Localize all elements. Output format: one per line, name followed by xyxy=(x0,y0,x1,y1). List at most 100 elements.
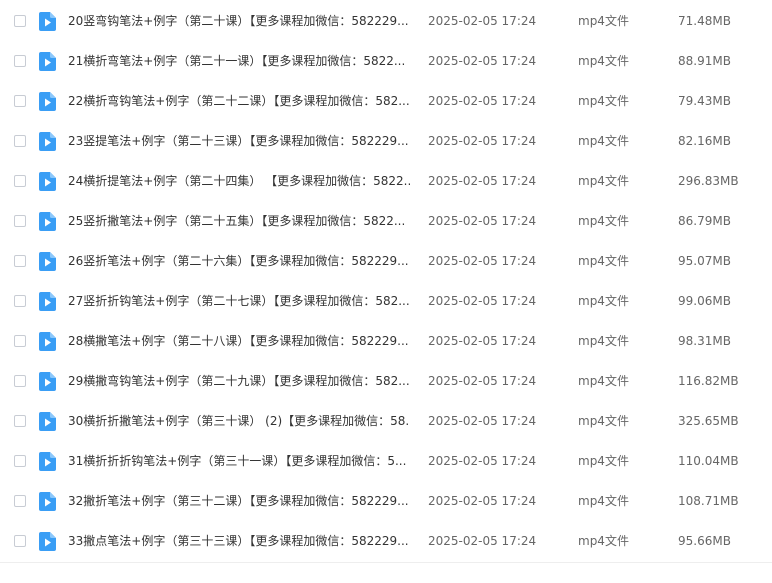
file-row[interactable]: 31横折折折钩笔法+例字（第三十一课）【更多课程加微信：5... 2025-02… xyxy=(0,442,772,482)
row-checkbox[interactable] xyxy=(14,375,26,387)
file-type: mp4文件 xyxy=(578,254,629,268)
video-file-icon xyxy=(39,132,56,151)
file-size: 88.91MB xyxy=(678,54,731,68)
file-size: 325.65MB xyxy=(678,414,739,428)
video-file-icon xyxy=(39,372,56,391)
row-checkbox[interactable] xyxy=(14,15,26,27)
file-row[interactable]: 30横折折撇笔法+例字（第三十课） (2)【更多课程加微信：58... 2025… xyxy=(0,402,772,442)
file-size: 116.82MB xyxy=(678,374,739,388)
video-file-icon xyxy=(39,292,56,311)
file-size: 86.79MB xyxy=(678,214,731,228)
file-date: 2025-02-05 17:24 xyxy=(428,454,537,468)
file-date: 2025-02-05 17:24 xyxy=(428,174,537,188)
file-name[interactable]: 33撇点笔法+例字（第三十三课）【更多课程加微信：582229... xyxy=(68,533,410,549)
file-row[interactable]: 26竖折笔法+例字（第二十六集）【更多课程加微信：582229... 2025-… xyxy=(0,242,772,282)
file-row[interactable]: 32撇折笔法+例字（第三十二课）【更多课程加微信：582229... 2025-… xyxy=(0,482,772,522)
file-size: 99.06MB xyxy=(678,294,731,308)
file-size: 98.31MB xyxy=(678,334,731,348)
file-size: 296.83MB xyxy=(678,174,739,188)
file-row[interactable]: 33撇点笔法+例字（第三十三课）【更多课程加微信：582229... 2025-… xyxy=(0,522,772,562)
file-row[interactable]: 20竖弯钩笔法+例字（第二十课）【更多课程加微信：582229... 2025-… xyxy=(0,2,772,42)
file-size: 82.16MB xyxy=(678,134,731,148)
file-date: 2025-02-05 17:24 xyxy=(428,334,537,348)
file-row[interactable]: 28横撇笔法+例字（第二十八课）【更多课程加微信：582229... 2025-… xyxy=(0,322,772,362)
file-size: 71.48MB xyxy=(678,14,731,28)
file-list: 20竖弯钩笔法+例字（第二十课）【更多课程加微信：582229... 2025-… xyxy=(0,2,772,562)
file-type: mp4文件 xyxy=(578,294,629,308)
row-checkbox[interactable] xyxy=(14,55,26,67)
file-date: 2025-02-05 17:24 xyxy=(428,214,537,228)
file-name[interactable]: 22横折弯钩笔法+例字（第二十二课）【更多课程加微信：582... xyxy=(68,93,410,109)
file-row[interactable]: 22横折弯钩笔法+例字（第二十二课）【更多课程加微信：582... 2025-0… xyxy=(0,82,772,122)
file-size: 110.04MB xyxy=(678,454,739,468)
file-type: mp4文件 xyxy=(578,14,629,28)
video-file-icon xyxy=(39,532,56,551)
file-name[interactable]: 20竖弯钩笔法+例字（第二十课）【更多课程加微信：582229... xyxy=(68,13,410,29)
file-name[interactable]: 32撇折笔法+例字（第三十二课）【更多课程加微信：582229... xyxy=(68,493,410,509)
file-size: 95.07MB xyxy=(678,254,731,268)
file-date: 2025-02-05 17:24 xyxy=(428,14,537,28)
file-row[interactable]: 27竖折折钩笔法+例字（第二十七课）【更多课程加微信：582... 2025-0… xyxy=(0,282,772,322)
row-checkbox[interactable] xyxy=(14,175,26,187)
row-checkbox[interactable] xyxy=(14,415,26,427)
file-name[interactable]: 30横折折撇笔法+例字（第三十课） (2)【更多课程加微信：58... xyxy=(68,413,410,429)
file-type: mp4文件 xyxy=(578,454,629,468)
file-date: 2025-02-05 17:24 xyxy=(428,254,537,268)
row-checkbox[interactable] xyxy=(14,295,26,307)
row-checkbox[interactable] xyxy=(14,455,26,467)
file-type: mp4文件 xyxy=(578,174,629,188)
file-name[interactable]: 31横折折折钩笔法+例字（第三十一课）【更多课程加微信：5... xyxy=(68,453,410,469)
video-file-icon xyxy=(39,332,56,351)
file-size: 108.71MB xyxy=(678,494,739,508)
file-type: mp4文件 xyxy=(578,214,629,228)
file-size: 79.43MB xyxy=(678,94,731,108)
file-date: 2025-02-05 17:24 xyxy=(428,374,537,388)
file-type: mp4文件 xyxy=(578,54,629,68)
row-checkbox[interactable] xyxy=(14,535,26,547)
file-type: mp4文件 xyxy=(578,414,629,428)
file-name[interactable]: 25竖折撇笔法+例字（第二十五集）【更多课程加微信：5822... xyxy=(68,213,410,229)
file-name[interactable]: 24横折提笔法+例字（第二十四集） 【更多课程加微信：5822... xyxy=(68,173,410,189)
file-date: 2025-02-05 17:24 xyxy=(428,494,537,508)
video-file-icon xyxy=(39,12,56,31)
video-file-icon xyxy=(39,172,56,191)
video-file-icon xyxy=(39,212,56,231)
file-type: mp4文件 xyxy=(578,534,629,548)
file-date: 2025-02-05 17:24 xyxy=(428,54,537,68)
file-date: 2025-02-05 17:24 xyxy=(428,294,537,308)
row-checkbox[interactable] xyxy=(14,335,26,347)
file-date: 2025-02-05 17:24 xyxy=(428,134,537,148)
file-date: 2025-02-05 17:24 xyxy=(428,414,537,428)
file-row[interactable]: 23竖提笔法+例字（第二十三课）【更多课程加微信：582229... 2025-… xyxy=(0,122,772,162)
file-row[interactable]: 29横撇弯钩笔法+例字（第二十九课）【更多课程加微信：582... 2025-0… xyxy=(0,362,772,402)
file-type: mp4文件 xyxy=(578,334,629,348)
video-file-icon xyxy=(39,452,56,471)
list-bottom-divider xyxy=(0,562,772,563)
file-name[interactable]: 26竖折笔法+例字（第二十六集）【更多课程加微信：582229... xyxy=(68,253,410,269)
file-name[interactable]: 28横撇笔法+例字（第二十八课）【更多课程加微信：582229... xyxy=(68,333,410,349)
video-file-icon xyxy=(39,52,56,71)
file-row[interactable]: 24横折提笔法+例字（第二十四集） 【更多课程加微信：5822... 2025-… xyxy=(0,162,772,202)
file-type: mp4文件 xyxy=(578,134,629,148)
row-checkbox[interactable] xyxy=(14,255,26,267)
video-file-icon xyxy=(39,92,56,111)
row-checkbox[interactable] xyxy=(14,95,26,107)
row-checkbox[interactable] xyxy=(14,135,26,147)
file-name[interactable]: 29横撇弯钩笔法+例字（第二十九课）【更多课程加微信：582... xyxy=(68,373,410,389)
file-type: mp4文件 xyxy=(578,494,629,508)
file-type: mp4文件 xyxy=(578,374,629,388)
row-checkbox[interactable] xyxy=(14,215,26,227)
file-row[interactable]: 25竖折撇笔法+例字（第二十五集）【更多课程加微信：5822... 2025-0… xyxy=(0,202,772,242)
file-name[interactable]: 23竖提笔法+例字（第二十三课）【更多课程加微信：582229... xyxy=(68,133,410,149)
video-file-icon xyxy=(39,252,56,271)
file-name[interactable]: 21横折弯笔法+例字（第二十一课）【更多课程加微信：5822... xyxy=(68,53,410,69)
video-file-icon xyxy=(39,492,56,511)
file-row[interactable]: 21横折弯笔法+例字（第二十一课）【更多课程加微信：5822... 2025-0… xyxy=(0,42,772,82)
file-name[interactable]: 27竖折折钩笔法+例字（第二十七课）【更多课程加微信：582... xyxy=(68,293,410,309)
file-date: 2025-02-05 17:24 xyxy=(428,94,537,108)
file-type: mp4文件 xyxy=(578,94,629,108)
row-checkbox[interactable] xyxy=(14,495,26,507)
file-size: 95.66MB xyxy=(678,534,731,548)
video-file-icon xyxy=(39,412,56,431)
file-date: 2025-02-05 17:24 xyxy=(428,534,537,548)
